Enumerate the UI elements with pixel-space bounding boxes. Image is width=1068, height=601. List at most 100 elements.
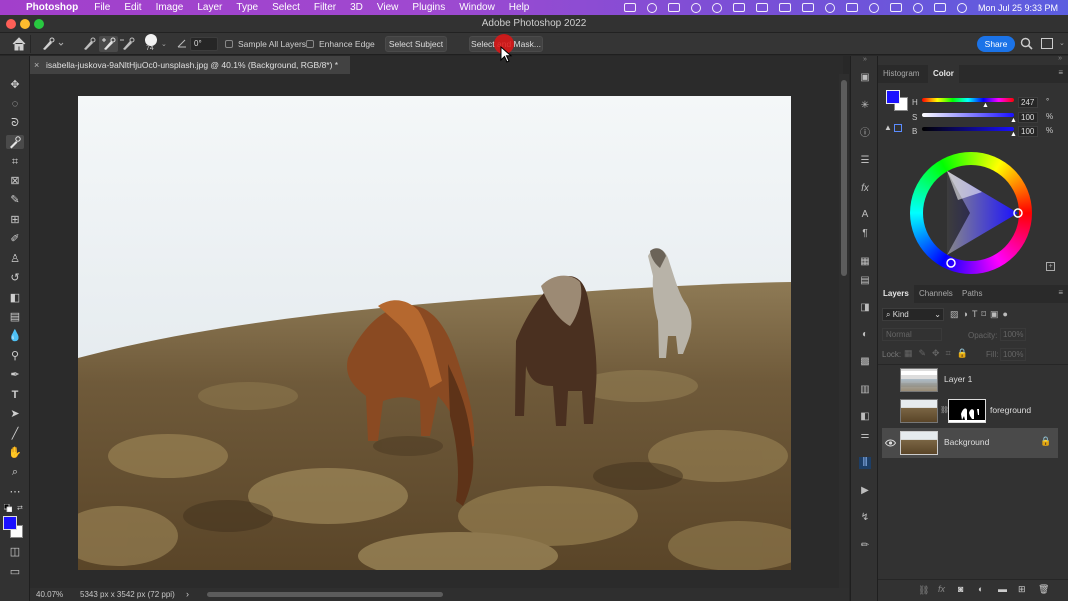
battery-icon[interactable]: [889, 3, 902, 12]
menu-select[interactable]: Select: [272, 2, 300, 13]
artboard-icon[interactable]: ◨: [859, 302, 871, 314]
layer-filter-select[interactable]: ⌕ Kind ⌄: [882, 308, 944, 321]
delete-layer-icon[interactable]: 🗑: [1038, 584, 1049, 595]
default-colors-icon[interactable]: [3, 503, 13, 513]
brush-settings-icon[interactable]: ✏: [859, 540, 871, 552]
notes-icon[interactable]: ▤: [859, 275, 871, 287]
document-tab[interactable]: isabella-juskova-9aNltHjuOc0-unsplash.jp…: [30, 56, 350, 74]
brush-size-value[interactable]: 74: [146, 45, 154, 52]
eye-visibility-icon[interactable]: [884, 438, 897, 448]
layer-style-icon[interactable]: fx: [938, 584, 945, 594]
menubar-clock[interactable]: Mon Jul 25 9:33 PM: [978, 3, 1058, 13]
lock-icons[interactable]: ▦✎✥⌗🔒: [904, 348, 974, 359]
marquee-tool-icon[interactable]: ◌: [8, 97, 22, 111]
collapse-panels-icon[interactable]: »: [1058, 55, 1062, 62]
learn-icon[interactable]: ✳: [859, 100, 871, 112]
menu-3d[interactable]: 3D: [350, 2, 363, 13]
close-window-button[interactable]: [6, 19, 16, 29]
lasso-tool-icon[interactable]: ᘐ: [8, 116, 22, 130]
minimize-window-button[interactable]: [20, 19, 30, 29]
layers-panel-icon[interactable]: ⫼: [859, 457, 871, 469]
saturation-slider[interactable]: [922, 113, 1014, 117]
brightness-slider-handle[interactable]: ▲: [1010, 131, 1017, 138]
screen-mirror-icon[interactable]: [732, 3, 745, 12]
angle-input[interactable]: 0°: [190, 37, 218, 51]
color-adjust-icon[interactable]: ◐: [859, 329, 871, 341]
more-tools-icon[interactable]: ⋯: [8, 485, 22, 499]
eraser-tool-icon[interactable]: ◧: [8, 291, 22, 305]
layer-name-background[interactable]: Background: [944, 437, 989, 447]
home-icon[interactable]: [11, 37, 27, 51]
panel-collapse-bar[interactable]: »: [878, 55, 1068, 64]
subtract-from-selection-icon[interactable]: [119, 37, 137, 51]
brightness-value[interactable]: 100: [1018, 126, 1038, 137]
chevron-down-icon[interactable]: ⌄: [161, 40, 167, 48]
tool-preset-picker[interactable]: [40, 37, 66, 51]
quick-mask-icon[interactable]: ◫: [8, 545, 22, 559]
pen-tool-icon[interactable]: ✒: [8, 368, 22, 382]
zoom-window-button[interactable]: [34, 19, 44, 29]
blend-mode-select[interactable]: Normal: [882, 328, 942, 341]
gradients-icon[interactable]: ◧: [859, 411, 871, 423]
quick-selection-tool-icon[interactable]: [6, 135, 24, 149]
line-tool-icon[interactable]: ╱: [8, 427, 22, 441]
menu-help[interactable]: Help: [509, 2, 530, 13]
adjustment-layer-icon[interactable]: ◐: [978, 584, 983, 594]
path-selection-tool-icon[interactable]: ➤: [8, 407, 22, 421]
creative-cloud-icon[interactable]: [646, 2, 657, 13]
comments-icon[interactable]: ▣: [859, 72, 871, 84]
dodge-tool-icon[interactable]: ⚲: [8, 349, 22, 363]
menu-layer[interactable]: Layer: [197, 2, 222, 13]
tab-color[interactable]: Color: [928, 65, 959, 83]
blur-tool-icon[interactable]: 💧: [8, 329, 22, 343]
canvas-area[interactable]: [30, 74, 839, 588]
grid-app-icon[interactable]: [778, 3, 791, 12]
character-icon[interactable]: A: [859, 209, 871, 221]
zoom-tool-icon[interactable]: ⌕: [8, 465, 22, 479]
new-layer-icon[interactable]: ⊞: [1018, 584, 1026, 595]
zoom-level[interactable]: 40.07%: [36, 590, 63, 599]
type-tool-icon[interactable]: T: [8, 388, 22, 402]
collapse-icon[interactable]: »: [851, 56, 879, 64]
layer-row-layer-1[interactable]: Layer 1: [882, 365, 1058, 395]
link-layers-icon[interactable]: ⛓: [918, 585, 929, 596]
bookmark-icon[interactable]: [755, 3, 768, 12]
gradient-tool-icon[interactable]: ▤: [8, 310, 22, 324]
move-tool-icon[interactable]: ✥: [8, 78, 22, 92]
actions-play-icon[interactable]: ▶: [859, 485, 871, 497]
layer-name-foreground[interactable]: foreground: [990, 405, 1031, 415]
adjustments-icon[interactable]: ☰: [859, 155, 871, 167]
healing-brush-tool-icon[interactable]: ⊞: [8, 213, 22, 227]
menu-edit[interactable]: Edit: [124, 2, 141, 13]
select-subject-button[interactable]: Select Subject: [385, 36, 447, 52]
loop-icon[interactable]: [824, 2, 835, 13]
vertical-scroll-thumb[interactable]: [841, 80, 847, 276]
crop-tool-icon[interactable]: ⌗: [8, 155, 22, 169]
expand-color-icon[interactable]: +: [1046, 262, 1055, 271]
sample-all-layers-checkbox[interactable]: [225, 40, 233, 48]
foreground-color-swatch[interactable]: [3, 516, 17, 530]
tab-histogram[interactable]: Histogram: [878, 65, 924, 83]
web-color-icon[interactable]: [894, 124, 902, 132]
horizontal-scroll-thumb[interactable]: [207, 592, 443, 597]
hand-tool-icon[interactable]: ✋: [8, 446, 22, 460]
screen-record-icon[interactable]: [623, 3, 636, 12]
history-icon[interactable]: ↯: [859, 512, 871, 524]
layer-filter-icons[interactable]: ▨◑T⌑▣●: [950, 309, 1012, 320]
screen-mode-icon[interactable]: ▭: [8, 565, 22, 579]
share-button[interactable]: Share: [977, 36, 1015, 52]
tab-paths[interactable]: Paths: [957, 285, 987, 303]
swap-colors-icon[interactable]: ⇄: [17, 504, 23, 512]
tab-channels[interactable]: Channels: [914, 285, 958, 303]
paragraph-icon[interactable]: ¶: [859, 228, 871, 240]
frame-tool-icon[interactable]: ⊠: [8, 174, 22, 188]
layer-row-background[interactable]: Background 🔒: [882, 428, 1058, 458]
menu-plugins[interactable]: Plugins: [412, 2, 445, 13]
wifi-icon[interactable]: [845, 3, 858, 12]
history-brush-tool-icon[interactable]: ↺: [8, 271, 22, 285]
layer-row-foreground[interactable]: ⛓ foreground: [882, 396, 1058, 426]
new-selection-icon[interactable]: [80, 37, 98, 51]
workspace-icon[interactable]: [1041, 38, 1053, 49]
menu-type[interactable]: Type: [236, 2, 258, 13]
status-icon[interactable]: [690, 2, 701, 13]
